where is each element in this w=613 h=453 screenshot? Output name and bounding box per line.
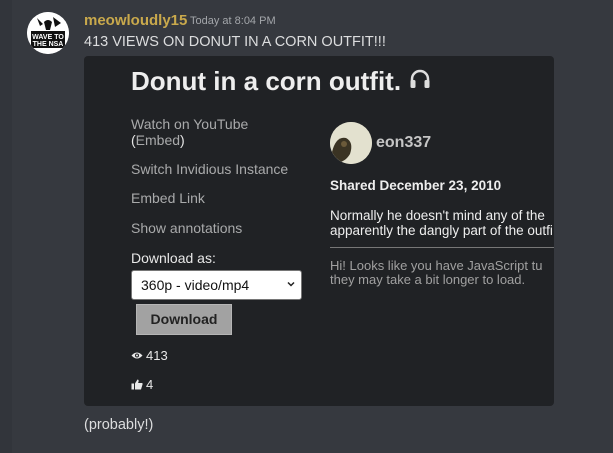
headphones-icon: [409, 65, 431, 96]
left-gutter: [0, 0, 12, 453]
switch-instance-link[interactable]: Switch Invidious Instance: [131, 161, 288, 177]
download-format-select[interactable]: 360p - video/mp4: [131, 270, 302, 300]
description-line-2: apparently the dangly part of the outfi: [330, 223, 553, 238]
chevron-down-icon: [287, 281, 295, 287]
embed-inline-text: Embed: [135, 132, 181, 148]
view-count-value: 413: [146, 348, 168, 363]
divider: [330, 247, 554, 248]
like-count: 4: [131, 377, 153, 392]
notice-line-2: they may take a bit longer to load.: [330, 272, 526, 287]
embed-link-inline[interactable]: (Embed): [131, 132, 185, 148]
watch-on-youtube-text: Watch on YouTube: [131, 116, 249, 132]
description-line-1: Normally he doesn't mind any of the: [330, 208, 545, 223]
thumbs-up-icon: [131, 379, 143, 390]
shared-date: Shared December 23, 2010: [330, 178, 502, 193]
followup-message: (probably!): [84, 417, 154, 433]
eye-icon: [131, 352, 143, 359]
video-title[interactable]: Donut in a corn outfit.: [131, 66, 431, 97]
username[interactable]: meowloudly15: [84, 12, 187, 29]
avatar-image: WAVE TO THE NSA: [27, 12, 69, 54]
video-title-text: Donut in a corn outfit.: [131, 66, 402, 96]
timestamp[interactable]: Today at 8:04 PM: [190, 15, 276, 27]
user-avatar[interactable]: WAVE TO THE NSA: [27, 12, 69, 54]
view-count: 413: [131, 348, 168, 363]
channel-avatar-image: [330, 122, 372, 164]
download-format-value: 360p - video/mp4: [141, 277, 250, 293]
download-button[interactable]: Download: [136, 304, 232, 335]
channel-name[interactable]: eon337: [376, 134, 431, 152]
download-label: Download as:: [131, 250, 216, 266]
avatar-text-bottom: THE NSA: [33, 41, 64, 48]
watch-on-youtube-link[interactable]: Watch on YouTube: [131, 116, 248, 132]
video-embed: Donut in a corn outfit. Watch on YouTube…: [84, 56, 554, 406]
show-annotations-link[interactable]: Show annotations: [131, 220, 242, 236]
like-count-value: 4: [146, 377, 154, 392]
avatar-text-top: WAVE TO: [32, 34, 64, 41]
embed-link[interactable]: Embed Link: [131, 190, 205, 206]
close-paren: ): [180, 132, 185, 148]
notice-line-1: Hi! Looks like you have JavaScript tu: [330, 259, 543, 273]
video-description: Normally he doesn't mind any of the appa…: [330, 208, 554, 238]
message-text: 413 VIEWS ON DONUT IN A CORN OUTFIT!!!: [84, 34, 386, 50]
javascript-notice: Hi! Looks like you have JavaScript tu th…: [330, 259, 554, 287]
channel-avatar[interactable]: [330, 122, 372, 164]
